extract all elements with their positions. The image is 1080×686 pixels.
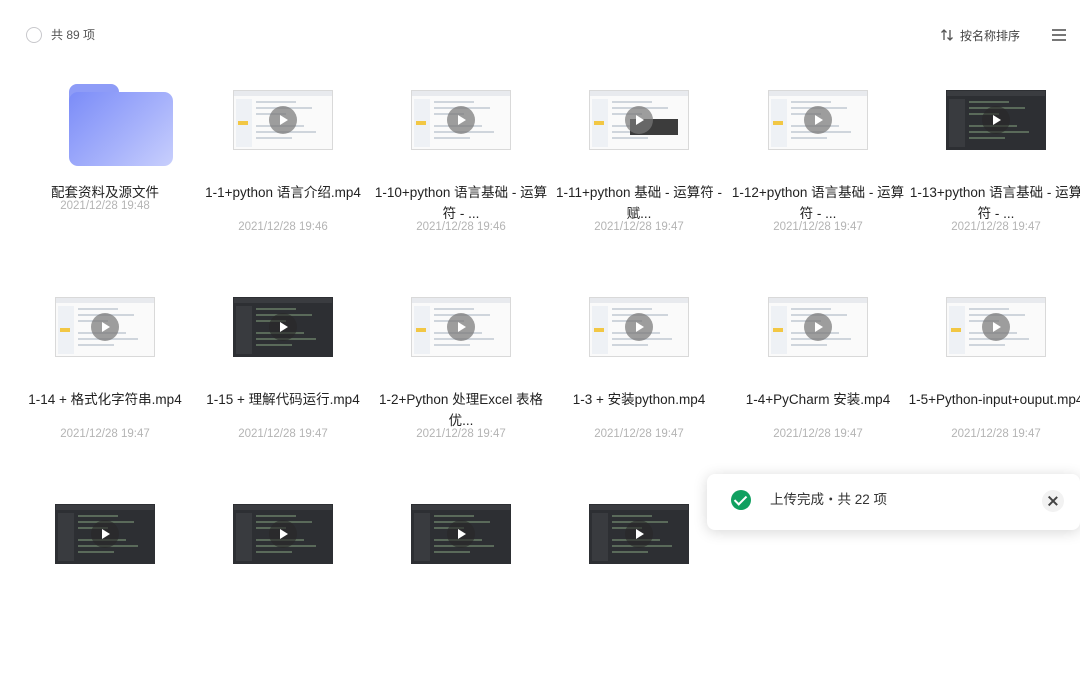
play-icon[interactable] <box>447 520 475 548</box>
file-date: 2021/12/28 19:47 <box>951 428 1041 440</box>
video-tile[interactable] <box>16 486 194 686</box>
video-tile[interactable]: 1-2+Python 处理Excel 表格优... 2021/12/28 19:4… <box>372 279 550 479</box>
success-check-icon <box>731 490 751 510</box>
thumbnail <box>16 279 194 379</box>
play-icon[interactable] <box>447 313 475 341</box>
file-date: 2021/12/28 19:47 <box>594 221 684 233</box>
thumbnail <box>550 279 728 379</box>
thumbnail <box>194 72 372 172</box>
file-name: 1-1+python 语言介绍.mp4 <box>205 185 361 200</box>
upload-complete-toast: 上传完成・共 22 项 <box>707 474 1080 530</box>
file-date: 2021/12/28 19:47 <box>594 428 684 440</box>
thumbnail <box>194 279 372 379</box>
thumbnail <box>907 72 1080 172</box>
file-date: 2021/12/28 19:47 <box>60 428 150 440</box>
video-tile[interactable]: 1-4+PyCharm 安装.mp4 2021/12/28 19:47 <box>729 279 907 479</box>
file-name: 1-12+python 语言基础 - 运算符 - ... <box>731 185 905 221</box>
play-icon[interactable] <box>804 313 832 341</box>
file-grid: 配套资料及源文件 2021/12/28 19:48 1-1+python 语言介绍.… <box>0 0 1080 564</box>
thumbnail <box>729 279 907 379</box>
thumbnail <box>907 279 1080 379</box>
video-tile[interactable]: 1-1+python 语言介绍.mp4 2021/12/28 19:46 <box>194 72 372 272</box>
toast-message: 上传完成・共 22 项 <box>770 492 888 507</box>
video-tile[interactable]: 1-10+python 语言基础 - 运算符 - ... 2021/12/28 1… <box>372 72 550 272</box>
file-name: 1-14 + 格式化字符串.mp4 <box>28 392 182 407</box>
file-date: 2021/12/28 19:46 <box>416 221 506 233</box>
play-icon[interactable] <box>91 313 119 341</box>
play-icon[interactable] <box>982 106 1010 134</box>
video-tile[interactable]: 1-3 + 安装python.mp4 2021/12/28 19:47 <box>550 279 728 479</box>
thumbnail <box>729 72 907 172</box>
close-icon[interactable] <box>1042 490 1064 512</box>
play-icon[interactable] <box>804 106 832 134</box>
file-date: 2021/12/28 19:48 <box>60 200 150 212</box>
file-date: 2021/12/28 19:47 <box>416 428 506 440</box>
play-icon[interactable] <box>447 106 475 134</box>
file-date: 2021/12/28 19:47 <box>238 428 328 440</box>
video-tile[interactable]: 1-15 + 理解代码运行.mp4 2021/12/28 19:47 <box>194 279 372 479</box>
video-tile[interactable] <box>194 486 372 686</box>
play-icon[interactable] <box>269 313 297 341</box>
video-tile[interactable]: 1-14 + 格式化字符串.mp4 2021/12/28 19:47 <box>16 279 194 479</box>
thumbnail <box>372 72 550 172</box>
play-icon[interactable] <box>625 313 653 341</box>
thumbnail <box>16 486 194 586</box>
file-name: 1-5+Python-input+ouput.mp4 <box>908 392 1080 407</box>
thumbnail <box>550 486 728 586</box>
play-icon[interactable] <box>982 313 1010 341</box>
file-date: 2021/12/28 19:47 <box>773 428 863 440</box>
thumbnail <box>550 72 728 172</box>
file-name: 1-13+python 语言基础 - 运算符 - ... <box>909 185 1080 221</box>
video-tile[interactable] <box>372 486 550 686</box>
thumbnail <box>194 486 372 586</box>
thumbnail <box>372 486 550 586</box>
play-icon[interactable] <box>269 520 297 548</box>
video-tile[interactable]: 1-5+Python-input+ouput.mp4 2021/12/28 19:… <box>907 279 1080 479</box>
thumbnail <box>16 72 194 172</box>
file-name: 1-15 + 理解代码运行.mp4 <box>206 392 360 407</box>
video-tile[interactable]: 1-12+python 语言基础 - 运算符 - ... 2021/12/28 1… <box>729 72 907 272</box>
file-name: 1-11+python 基础 - 运算符 - 赋... <box>556 185 722 221</box>
video-tile[interactable] <box>550 486 728 686</box>
video-tile[interactable]: 1-11+python 基础 - 运算符 - 赋... 2021/12/28 19… <box>550 72 728 272</box>
folder-icon <box>69 84 173 166</box>
play-icon[interactable] <box>625 106 653 134</box>
play-icon[interactable] <box>625 520 653 548</box>
file-name: 1-2+Python 处理Excel 表格优... <box>379 392 543 428</box>
file-date: 2021/12/28 19:47 <box>951 221 1041 233</box>
play-icon[interactable] <box>91 520 119 548</box>
file-date: 2021/12/28 19:46 <box>238 221 328 233</box>
file-name: 1-4+PyCharm 安装.mp4 <box>745 392 891 407</box>
play-icon[interactable] <box>269 106 297 134</box>
file-date: 2021/12/28 19:47 <box>773 221 863 233</box>
video-tile[interactable]: 1-13+python 语言基础 - 运算符 - ... 2021/12/28 1… <box>907 72 1080 272</box>
folder-tile[interactable]: 配套资料及源文件 2021/12/28 19:48 <box>16 72 194 272</box>
thumbnail <box>372 279 550 379</box>
file-name: 1-3 + 安装python.mp4 <box>572 392 706 407</box>
file-name: 1-10+python 语言基础 - 运算符 - ... <box>374 185 548 221</box>
